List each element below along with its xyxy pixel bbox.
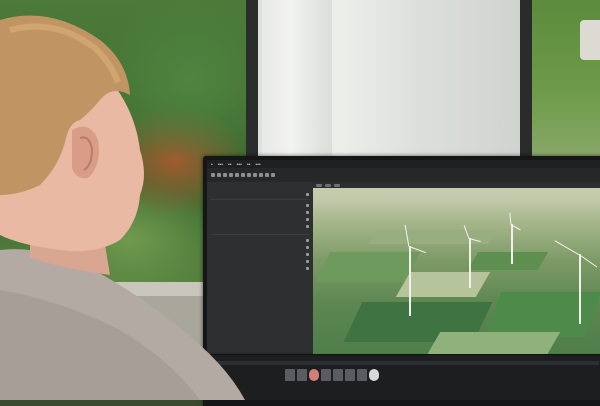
field bbox=[467, 252, 549, 270]
asset-thumbnail[interactable] bbox=[345, 369, 355, 381]
timeline-track[interactable] bbox=[211, 361, 599, 365]
viewport-button[interactable] bbox=[316, 183, 322, 187]
panel-row-control[interactable] bbox=[306, 193, 309, 196]
panel-row-control[interactable] bbox=[306, 204, 309, 207]
wind-turbine bbox=[469, 238, 471, 288]
asset-thumbnail[interactable] bbox=[285, 369, 295, 381]
asset-thumbnail[interactable] bbox=[357, 369, 367, 381]
tool-icon[interactable] bbox=[271, 173, 275, 177]
menu-bar: ▪ ▪▪▪ ▪▪ ▪▪▪ ▪▪ ▪▪▪ bbox=[207, 160, 600, 168]
panel-row[interactable] bbox=[211, 238, 309, 243]
turbine-blade bbox=[578, 254, 598, 268]
tool-icon[interactable] bbox=[229, 173, 233, 177]
asset-thumbnail[interactable] bbox=[369, 369, 379, 381]
panel-row-control[interactable] bbox=[306, 239, 309, 242]
panel-row-control[interactable] bbox=[306, 267, 309, 270]
menu-item[interactable]: ▪▪▪ bbox=[237, 163, 242, 166]
tool-icon[interactable] bbox=[223, 173, 227, 177]
wind-turbine bbox=[409, 246, 411, 316]
asset-thumbnail[interactable] bbox=[309, 369, 319, 381]
panel-row-control[interactable] bbox=[306, 211, 309, 214]
3d-viewport[interactable] bbox=[313, 182, 600, 354]
field bbox=[425, 332, 561, 354]
menu-item[interactable]: ▪ bbox=[211, 163, 213, 166]
tool-icon[interactable] bbox=[253, 173, 257, 177]
panel-row-control[interactable] bbox=[306, 260, 309, 263]
menu-item[interactable]: ▪▪ bbox=[247, 163, 251, 166]
field bbox=[368, 230, 498, 244]
window-frame bbox=[520, 0, 532, 160]
panel-row-control[interactable] bbox=[306, 253, 309, 256]
panel-divider bbox=[211, 234, 309, 235]
tool-icon[interactable] bbox=[241, 173, 245, 177]
panel-row-control[interactable] bbox=[306, 225, 309, 228]
panel-row[interactable] bbox=[211, 217, 309, 222]
tool-icon[interactable] bbox=[235, 173, 239, 177]
tool-icon[interactable] bbox=[217, 173, 221, 177]
panel-row[interactable] bbox=[211, 224, 309, 229]
panel-row[interactable] bbox=[211, 259, 309, 264]
menu-item[interactable]: ▪▪▪ bbox=[255, 163, 260, 166]
panel-row[interactable] bbox=[211, 210, 309, 215]
panel-row[interactable] bbox=[211, 203, 309, 208]
viewport-header bbox=[313, 182, 600, 188]
viewport-button[interactable] bbox=[325, 183, 331, 187]
asset-thumbnail[interactable] bbox=[333, 369, 343, 381]
turbine-blade bbox=[554, 240, 580, 256]
panel-row[interactable] bbox=[211, 245, 309, 250]
lamp-shade bbox=[580, 20, 600, 60]
asset-thumbnail[interactable] bbox=[297, 369, 307, 381]
timeline-panel bbox=[207, 354, 600, 400]
panel-row[interactable] bbox=[211, 252, 309, 257]
tool-icon[interactable] bbox=[265, 173, 269, 177]
monitor-screen: ▪ ▪▪▪ ▪▪ ▪▪▪ ▪▪ ▪▪▪ bbox=[207, 160, 600, 400]
viewport-button[interactable] bbox=[334, 183, 340, 187]
menu-item[interactable]: ▪▪ bbox=[228, 163, 232, 166]
field bbox=[484, 292, 600, 337]
panel-row-control[interactable] bbox=[306, 218, 309, 221]
toolbar bbox=[207, 168, 600, 182]
wind-turbine bbox=[511, 224, 513, 264]
tool-icon[interactable] bbox=[247, 173, 251, 177]
curtain bbox=[262, 0, 332, 160]
tool-icon[interactable] bbox=[211, 173, 215, 177]
tool-icon[interactable] bbox=[259, 173, 263, 177]
asset-thumbnail[interactable] bbox=[321, 369, 331, 381]
panel-divider bbox=[211, 199, 309, 200]
field bbox=[316, 252, 420, 282]
window-frame bbox=[246, 0, 258, 160]
properties-panel bbox=[207, 182, 314, 352]
panel-row-control[interactable] bbox=[306, 246, 309, 249]
wall bbox=[70, 296, 210, 356]
wind-turbine bbox=[579, 254, 581, 324]
panel-row[interactable] bbox=[211, 266, 309, 271]
panel-row[interactable] bbox=[211, 192, 309, 197]
menu-item[interactable]: ▪▪▪ bbox=[218, 163, 223, 166]
